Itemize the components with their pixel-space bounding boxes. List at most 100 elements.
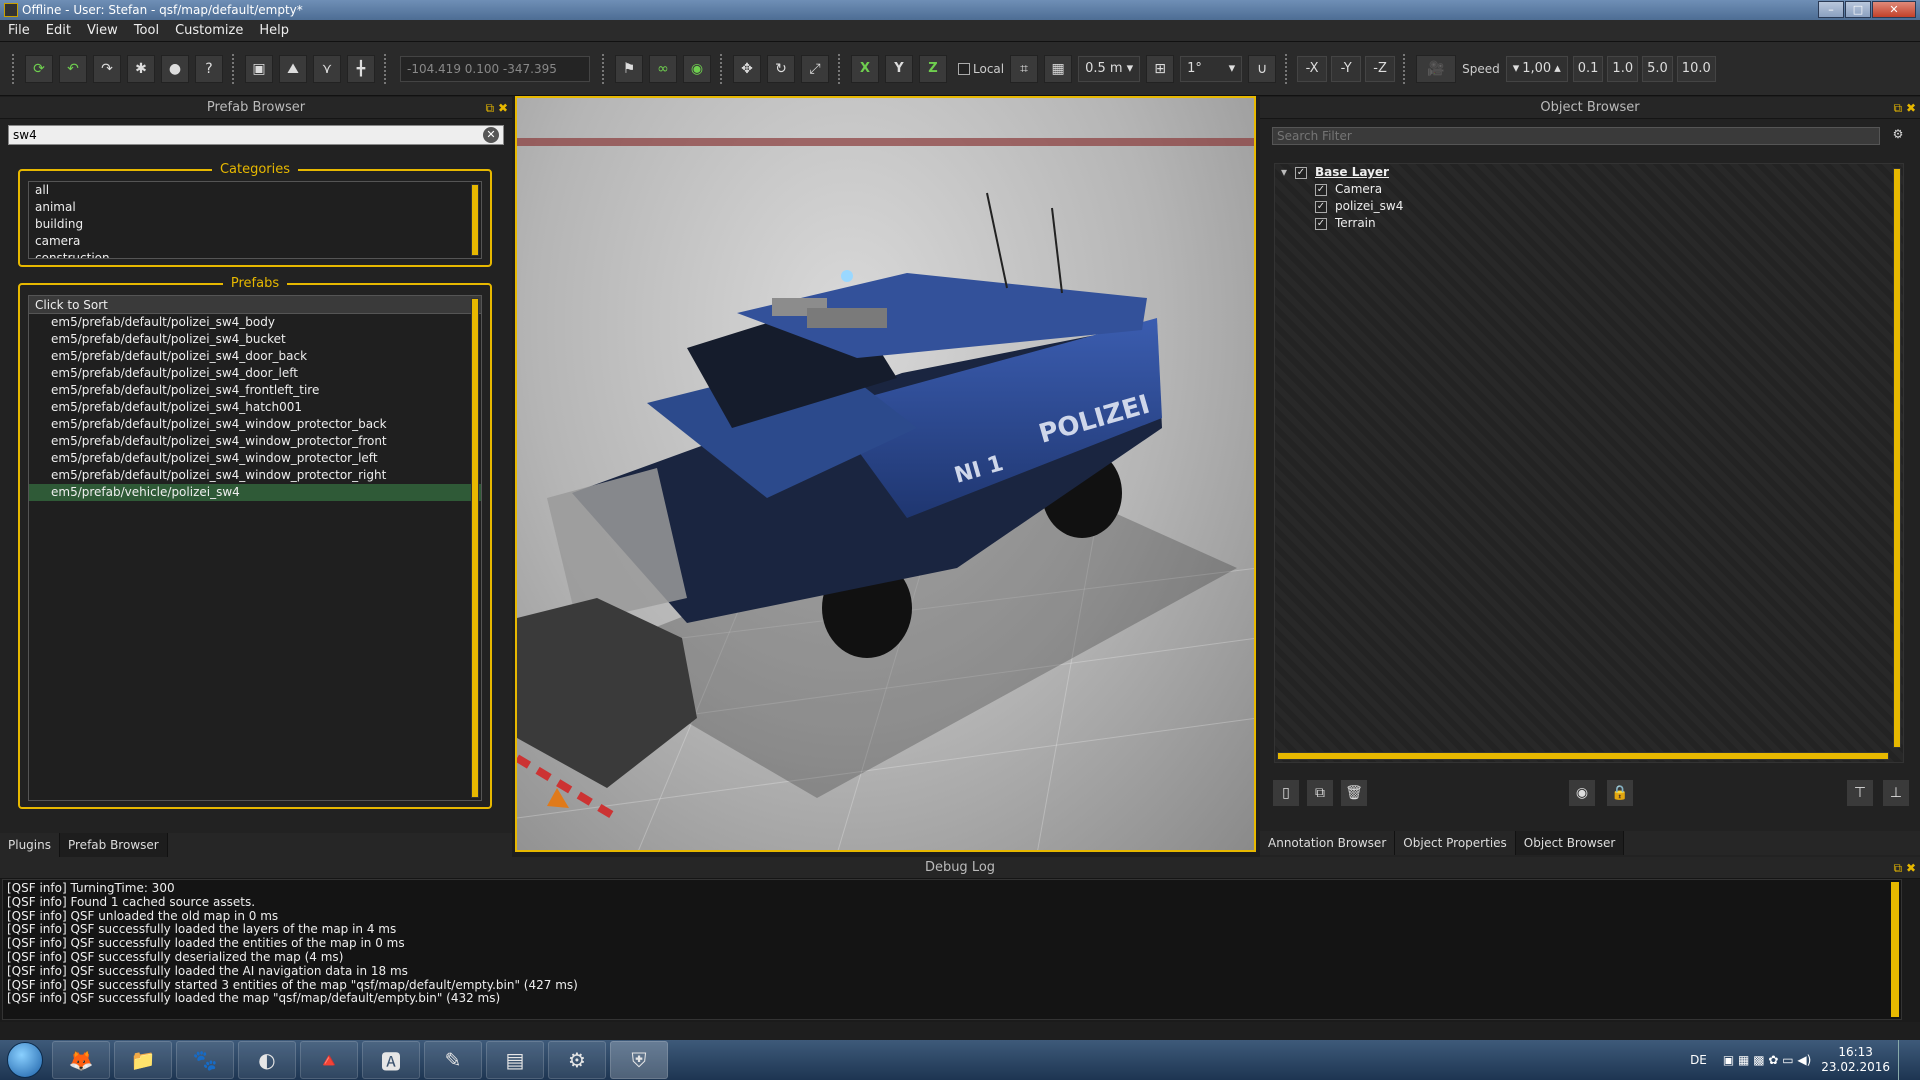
- list-item[interactable]: em5/prefab/default/polizei_sw4_body: [29, 314, 481, 331]
- neg-y-button[interactable]: -Y: [1331, 55, 1362, 82]
- amazon-icon[interactable]: 🅰: [362, 1041, 420, 1079]
- angle-combo[interactable]: 1° ▾: [1180, 55, 1243, 82]
- magnet-icon[interactable]: ∪: [1248, 54, 1277, 83]
- start-button[interactable]: [0, 1040, 50, 1080]
- tree-row[interactable]: ✓ polizei_sw4: [1275, 198, 1903, 215]
- show-desktop-button[interactable]: [1898, 1040, 1912, 1080]
- scrollbar[interactable]: [1893, 168, 1901, 748]
- checkbox[interactable]: ✓: [1315, 183, 1327, 196]
- debug-log-output[interactable]: [QSF info] TurningTime: 300 [QSF info] F…: [2, 879, 1902, 1020]
- physics-icon[interactable]: ⚑: [615, 54, 643, 83]
- undo-icon[interactable]: ↶: [59, 54, 87, 83]
- list-item[interactable]: camera: [29, 233, 481, 250]
- toolbar-grip[interactable]: [232, 53, 236, 84]
- speed-spinbox[interactable]: ▾ 1,00 ▴: [1505, 55, 1568, 82]
- prefab-search-input[interactable]: sw4 ✕: [8, 125, 504, 145]
- close-icon[interactable]: ✖: [1906, 861, 1916, 875]
- scale-icon[interactable]: ⤢: [801, 54, 829, 83]
- float-icon[interactable]: ⧉: [1894, 101, 1903, 115]
- snap-icon[interactable]: ⋎: [313, 54, 341, 83]
- speed-preset-button[interactable]: 0.1: [1572, 55, 1604, 82]
- crosshair-icon[interactable]: ╋: [347, 54, 375, 83]
- float-icon[interactable]: ⧉: [1894, 861, 1903, 875]
- refresh-icon[interactable]: ⟳: [25, 54, 53, 83]
- language-indicator[interactable]: DE: [1690, 1053, 1707, 1067]
- sort-header[interactable]: Click to Sort: [29, 296, 481, 314]
- toolbar-grip[interactable]: [12, 53, 16, 84]
- menu-view[interactable]: View: [79, 23, 126, 38]
- explorer-icon[interactable]: 📁: [114, 1041, 172, 1079]
- minimize-button[interactable]: –: [1818, 1, 1844, 18]
- lock-icon[interactable]: 🔒: [1606, 779, 1634, 807]
- axis-x-button[interactable]: X: [851, 54, 879, 83]
- audio-app-icon[interactable]: ◐: [238, 1041, 296, 1079]
- vlc-icon[interactable]: 🔺: [300, 1041, 358, 1079]
- firefox-icon[interactable]: 🦊: [52, 1041, 110, 1079]
- tab-prefab-browser[interactable]: Prefab Browser: [59, 833, 168, 857]
- list-item[interactable]: em5/prefab/default/polizei_sw4_hatch001: [29, 399, 481, 416]
- expand-tree-icon[interactable]: ⊤: [1846, 779, 1874, 807]
- link-icon[interactable]: ∞: [649, 54, 677, 83]
- 3d-viewport[interactable]: POLIZEI NI 1: [515, 96, 1256, 852]
- list-item[interactable]: em5/prefab/default/polizei_sw4_window_pr…: [29, 450, 481, 467]
- redo-icon[interactable]: ↷: [93, 54, 121, 83]
- visibility-icon[interactable]: ◉: [1568, 779, 1596, 807]
- checkbox[interactable]: ✓: [1295, 166, 1307, 179]
- list-item[interactable]: em5/prefab/default/polizei_sw4_door_back: [29, 348, 481, 365]
- checkbox[interactable]: ✓: [1315, 217, 1327, 230]
- angle-snap-icon[interactable]: ⊞: [1146, 54, 1175, 83]
- neg-z-button[interactable]: -Z: [1365, 55, 1396, 82]
- terrain-icon[interactable]: ⛰: [279, 54, 307, 83]
- menu-edit[interactable]: Edit: [38, 23, 79, 38]
- tree-row-base-layer[interactable]: ▾ ✓ Base Layer: [1275, 164, 1903, 181]
- spin-up-icon[interactable]: ▴: [1554, 61, 1561, 76]
- toolbar-grip[interactable]: [384, 53, 388, 84]
- toolbar-grip[interactable]: [1285, 53, 1289, 84]
- new-layer-icon[interactable]: ▯: [1272, 779, 1300, 807]
- camera-icon[interactable]: 🎥: [1416, 54, 1457, 83]
- list-item-selected[interactable]: em5/prefab/vehicle/polizei_sw4: [29, 484, 481, 501]
- menu-customize[interactable]: Customize: [167, 23, 251, 38]
- axis-z-button[interactable]: Z: [919, 54, 947, 83]
- tree-row[interactable]: ✓ Terrain: [1275, 215, 1903, 232]
- list-item[interactable]: em5/prefab/default/polizei_sw4_door_left: [29, 365, 481, 382]
- tab-object-properties[interactable]: Object Properties: [1395, 831, 1516, 855]
- list-item[interactable]: em5/prefab/default/polizei_sw4_window_pr…: [29, 467, 481, 484]
- clear-search-icon[interactable]: ✕: [483, 127, 499, 143]
- float-icon[interactable]: ⧉: [486, 101, 495, 115]
- categories-list[interactable]: all animal building camera construction: [28, 181, 482, 259]
- scrollbar[interactable]: [1891, 882, 1899, 1017]
- collapse-tree-icon[interactable]: ⊥: [1882, 779, 1910, 807]
- maximize-button[interactable]: □: [1845, 1, 1871, 18]
- list-item[interactable]: construction: [29, 250, 481, 258]
- toolbar-grip[interactable]: [1403, 53, 1407, 84]
- tree-row[interactable]: ✓ Camera: [1275, 181, 1903, 198]
- scrollbar[interactable]: [471, 184, 479, 256]
- prefabs-list[interactable]: Click to Sort em5/prefab/default/polizei…: [28, 295, 482, 801]
- tab-annotation-browser[interactable]: Annotation Browser: [1260, 831, 1396, 855]
- add-layer-icon[interactable]: ⧉: [1306, 779, 1334, 807]
- speed-preset-button[interactable]: 1.0: [1607, 55, 1639, 82]
- menu-help[interactable]: Help: [251, 23, 297, 38]
- speed-preset-button[interactable]: 10.0: [1676, 55, 1716, 82]
- chevron-down-icon[interactable]: ▾: [1281, 164, 1295, 181]
- trash-icon[interactable]: 🗑: [1340, 779, 1368, 807]
- eye-icon[interactable]: ◉: [683, 54, 711, 83]
- horizontal-scrollbar[interactable]: [1277, 752, 1889, 760]
- checkbox[interactable]: ✓: [1315, 200, 1327, 213]
- scrollbar[interactable]: [471, 298, 479, 798]
- office-icon[interactable]: ▤: [486, 1041, 544, 1079]
- gear-icon[interactable]: ⚙: [1886, 127, 1910, 147]
- grid-snap-icon[interactable]: ⌗: [1010, 54, 1039, 83]
- list-item[interactable]: animal: [29, 199, 481, 216]
- clock[interactable]: 16:13 23.02.2016: [1821, 1045, 1890, 1075]
- record-icon[interactable]: ●: [161, 54, 189, 83]
- menu-file[interactable]: File: [0, 23, 38, 38]
- steam-icon[interactable]: ⚙: [548, 1041, 606, 1079]
- close-button[interactable]: ✕: [1872, 1, 1916, 18]
- close-icon[interactable]: ✖: [1906, 101, 1916, 115]
- list-item[interactable]: em5/prefab/default/polizei_sw4_bucket: [29, 331, 481, 348]
- settings-icon[interactable]: ✱: [127, 54, 155, 83]
- grid-icon[interactable]: ▦: [1044, 54, 1073, 83]
- list-item[interactable]: all: [29, 182, 481, 199]
